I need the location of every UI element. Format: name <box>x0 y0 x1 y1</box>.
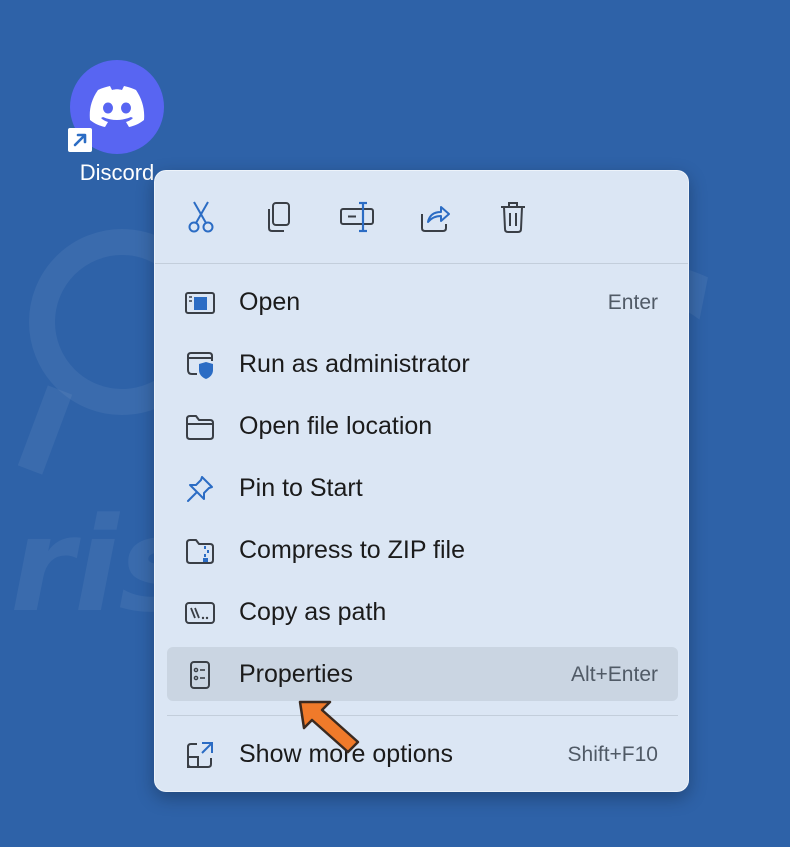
menu-item-shortcut: Shift+F10 <box>567 743 658 766</box>
menu-divider <box>167 715 678 716</box>
menu-item-label: Open <box>239 288 301 316</box>
zip-folder-icon <box>186 539 214 564</box>
menu-item-shortcut: Alt+Enter <box>571 663 658 686</box>
pin-icon <box>187 476 213 502</box>
menu-item-open-file-location[interactable]: Open file location <box>167 399 678 453</box>
shield-window-icon <box>187 352 213 379</box>
menu-item-label: Properties <box>239 660 353 688</box>
menu-item-label: Pin to Start <box>239 474 363 502</box>
toolbar-divider <box>155 263 688 264</box>
context-menu: Open Enter Run as administrator Open fil… <box>154 170 689 792</box>
shortcut-arrow-icon <box>68 128 92 152</box>
context-menu-toolbar <box>155 171 688 263</box>
folder-icon <box>186 415 214 440</box>
menu-item-label: Copy as path <box>239 598 387 626</box>
menu-item-compress-to-zip[interactable]: Compress to ZIP file <box>167 523 678 577</box>
path-icon <box>185 602 215 624</box>
scissors-icon <box>188 201 214 233</box>
copy-icon <box>268 202 290 232</box>
menu-item-show-more-options[interactable]: Show more options Shift+F10 <box>167 727 678 781</box>
trash-icon <box>501 202 525 233</box>
properties-icon <box>190 661 210 689</box>
cut-button[interactable] <box>181 197 221 237</box>
menu-item-label: Show more options <box>239 740 454 768</box>
menu-item-properties[interactable]: Properties Alt+Enter <box>167 647 678 701</box>
expand-icon <box>187 742 213 768</box>
menu-item-label: Open file location <box>239 412 433 440</box>
rename-button[interactable] <box>337 197 377 237</box>
share-button[interactable] <box>415 197 455 237</box>
share-icon <box>421 206 450 232</box>
menu-item-open[interactable]: Open Enter <box>167 275 678 329</box>
menu-item-label: Compress to ZIP file <box>239 536 466 564</box>
rename-icon <box>340 201 374 233</box>
menu-item-copy-as-path[interactable]: Copy as path <box>167 585 678 639</box>
menu-item-label: Run as administrator <box>239 350 470 378</box>
menu-item-pin-to-start[interactable]: Pin to Start <box>167 461 678 515</box>
open-window-icon <box>185 292 215 314</box>
menu-item-run-as-administrator[interactable]: Run as administrator <box>167 337 678 391</box>
copy-button[interactable] <box>259 197 299 237</box>
menu-item-shortcut: Enter <box>607 291 658 314</box>
delete-button[interactable] <box>493 197 533 237</box>
